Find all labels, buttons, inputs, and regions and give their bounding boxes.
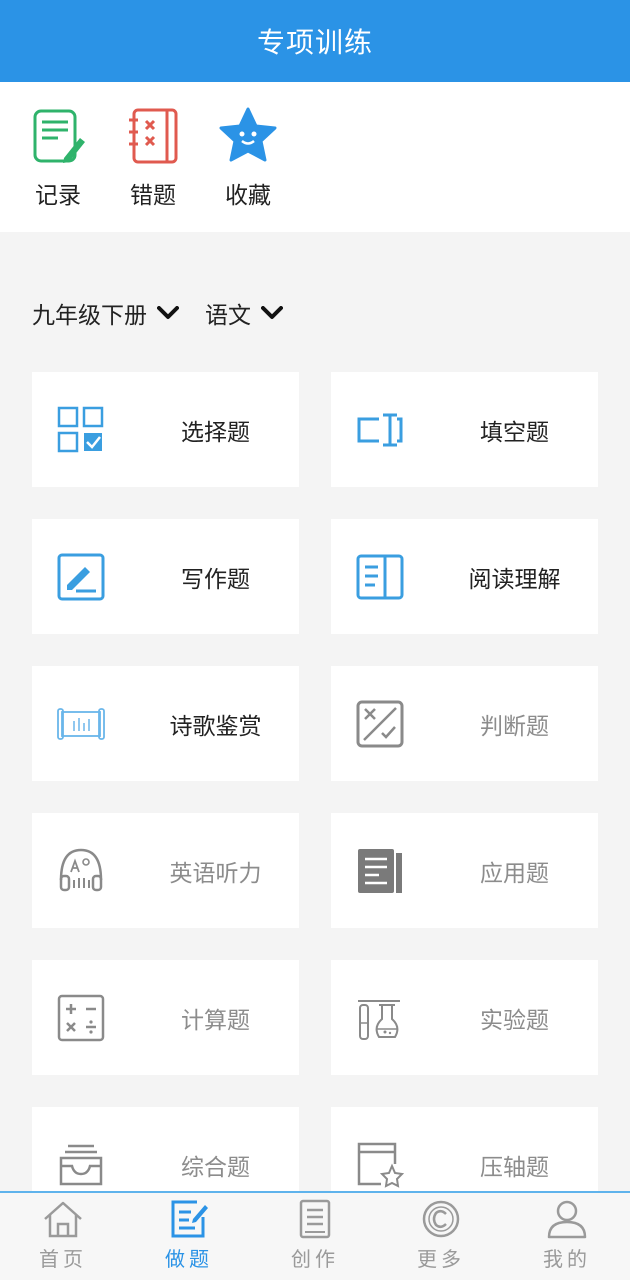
quick-link-record[interactable]: 记录: [23, 106, 93, 210]
card-application[interactable]: 应用题: [331, 813, 598, 928]
card-true-false[interactable]: 判断题: [331, 666, 598, 781]
card-writing[interactable]: 写作题: [32, 519, 299, 634]
lab-flask-icon: [358, 1000, 400, 1040]
subject-selected: 语文: [205, 303, 251, 329]
scroll-icon: [57, 708, 105, 740]
page-header: 专项训练: [0, 0, 630, 82]
star-page-icon: [357, 1142, 405, 1188]
card-fill-blank[interactable]: 填空题: [331, 372, 598, 487]
quick-links-panel: 记录 错题 收藏: [0, 82, 630, 232]
quick-link-wrong[interactable]: 错题: [118, 106, 188, 210]
copyright-icon: [422, 1200, 460, 1238]
home-icon: [44, 1201, 82, 1238]
inbox-tray-icon: [59, 1144, 103, 1186]
headphones-icon: [59, 848, 103, 892]
text-cursor-icon: [357, 413, 403, 447]
chevron-down-icon: [261, 306, 283, 319]
tab-home[interactable]: 首页: [0, 1199, 126, 1272]
chevron-down-icon: [157, 306, 179, 319]
subject-dropdown[interactable]: 语文: [205, 296, 283, 330]
tab-practice[interactable]: 做题: [126, 1199, 252, 1272]
card-poetry[interactable]: 诗歌鉴赏: [32, 666, 299, 781]
notes-icon: [299, 1199, 331, 1239]
filter-bar: 九年级下册 语文: [32, 296, 309, 330]
true-false-icon: [356, 700, 404, 748]
notebook-pencil-icon: [33, 109, 85, 163]
card-calculation[interactable]: 计算题: [32, 960, 299, 1075]
edit-note-icon: [171, 1200, 208, 1238]
bottom-tab-bar: 首页 做题 创作 更多 我的: [0, 1191, 630, 1280]
card-experiment[interactable]: 实验题: [331, 960, 598, 1075]
card-reading[interactable]: 阅读理解: [331, 519, 598, 634]
pen-edit-icon: [57, 553, 105, 601]
grade-selected: 九年级下册: [32, 303, 147, 329]
tab-more[interactable]: 更多: [378, 1199, 504, 1272]
grade-dropdown[interactable]: 九年级下册: [32, 296, 179, 330]
quick-link-favorites[interactable]: 收藏: [213, 106, 283, 210]
tab-mine[interactable]: 我的: [504, 1199, 630, 1272]
card-choice[interactable]: 选择题: [32, 372, 299, 487]
tab-create[interactable]: 创作: [252, 1199, 378, 1272]
choice-grid-icon: [57, 406, 104, 453]
card-listening[interactable]: 英语听力: [32, 813, 299, 928]
user-icon: [547, 1200, 587, 1239]
calculator-icon: [57, 994, 105, 1042]
document-icon: [358, 849, 402, 893]
open-book-icon: [356, 554, 404, 600]
page-title: 专项训练: [256, 26, 373, 59]
wrong-notebook-icon: [129, 108, 178, 164]
star-icon: [219, 107, 277, 162]
